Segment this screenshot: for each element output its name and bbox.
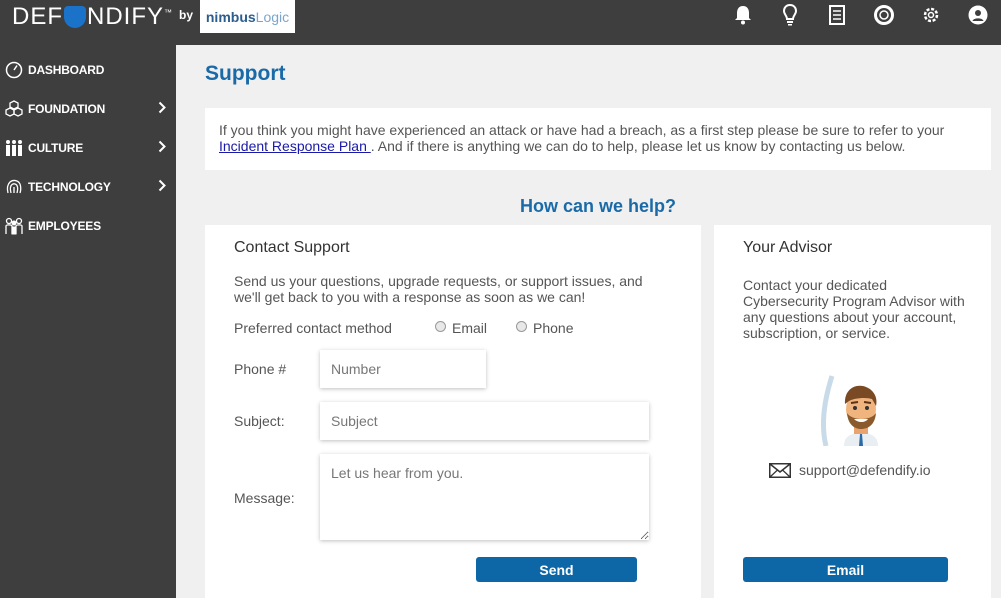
radio-circle[interactable] (435, 320, 446, 332)
employees-icon (0, 217, 28, 235)
bell-icon[interactable] (719, 0, 766, 30)
preferred-contact-label: Preferred contact method (234, 320, 392, 336)
lifebuoy-icon[interactable] (860, 0, 907, 30)
logo-tm: ™ (164, 7, 173, 17)
logo-text-right: NDIFY (87, 3, 164, 30)
contact-support-card: Contact Support Send us your questions, … (205, 225, 701, 598)
sidebar-item-label: TECHNOLOGY (28, 179, 111, 194)
help-heading: How can we help? (519, 196, 677, 216)
people-icon (0, 139, 28, 157)
gear-icon[interactable] (907, 0, 954, 30)
page-title: Support (205, 62, 286, 85)
top-bar: DEF NDIFY ™ by nimbus Logic (0, 0, 1001, 45)
contact-support-title: Contact Support (234, 239, 350, 256)
chevron-right-icon (158, 101, 166, 117)
phone-option-label: Phone (533, 320, 574, 336)
shield-icon (64, 6, 86, 28)
sidebar-item-foundation[interactable]: FOUNDATION (0, 89, 176, 128)
send-button[interactable]: Send (476, 557, 637, 582)
envelope-icon (769, 462, 791, 478)
phone-radio[interactable]: Phone (516, 320, 573, 336)
notice-text-after: . And if there is anything we can do to … (370, 138, 906, 154)
logo-text-left: DEF (12, 3, 63, 30)
subject-input[interactable] (320, 402, 649, 440)
message-label: Message: (234, 490, 295, 506)
partner-logo-light: Logic (255, 8, 290, 25)
email-option-label: Email (452, 320, 488, 336)
email-radio[interactable]: Email (435, 320, 487, 336)
advisor-avatar (816, 371, 886, 447)
phone-input[interactable] (320, 350, 486, 388)
chevron-right-icon (158, 179, 166, 195)
by-label: by (179, 8, 194, 22)
top-icons (719, 0, 1001, 30)
fingerprint-icon (0, 178, 28, 196)
advisor-title: Your Advisor (743, 239, 833, 256)
incident-response-plan-link[interactable]: Incident Response Plan (219, 138, 371, 154)
message-textarea[interactable] (320, 454, 649, 540)
partner-logo-bold: nimbus (205, 8, 256, 25)
advisor-description: Contact your dedicated Cybersecurity Pro… (743, 277, 965, 341)
user-icon[interactable] (954, 0, 1001, 30)
sidebar-item-employees[interactable]: EMPLOYEES (0, 206, 176, 245)
defendify-logo[interactable]: DEF NDIFY ™ (12, 3, 173, 31)
breach-notice: If you think you might have experienced … (205, 108, 991, 170)
cubes-icon (0, 99, 28, 118)
lightbulb-icon[interactable] (766, 0, 813, 30)
sidebar-item-label: EMPLOYEES (28, 218, 101, 233)
sidebar-item-label: DASHBOARD (28, 62, 105, 77)
radio-circle[interactable] (516, 320, 527, 332)
sidebar-item-label: CULTURE (28, 140, 84, 155)
document-icon[interactable] (813, 0, 860, 30)
sidebar-item-technology[interactable]: TECHNOLOGY (0, 167, 176, 206)
advisor-email-row: support@defendify.io (769, 462, 930, 478)
advisor-email-text: support@defendify.io (799, 462, 931, 478)
subject-label: Subject: (234, 413, 285, 429)
contact-support-description: Send us your questions, upgrade requests… (234, 273, 643, 305)
notice-text-before: If you think you might have experienced … (219, 122, 945, 138)
nimbus-logic-logo: nimbus Logic (200, 0, 295, 33)
chevron-right-icon (158, 140, 166, 156)
gauge-icon (0, 61, 28, 79)
sidebar-item-dashboard[interactable]: DASHBOARD (0, 50, 176, 89)
email-advisor-button[interactable]: Email (743, 557, 948, 582)
phone-label: Phone # (234, 361, 287, 377)
sidebar-item-label: FOUNDATION (28, 101, 106, 116)
sidebar-item-culture[interactable]: CULTURE (0, 128, 176, 167)
advisor-card: Your Advisor Contact your dedicated Cybe… (714, 225, 991, 598)
sidebar: DASHBOARD FOUNDATION CULTURE TECHNOLOGY … (0, 45, 176, 598)
